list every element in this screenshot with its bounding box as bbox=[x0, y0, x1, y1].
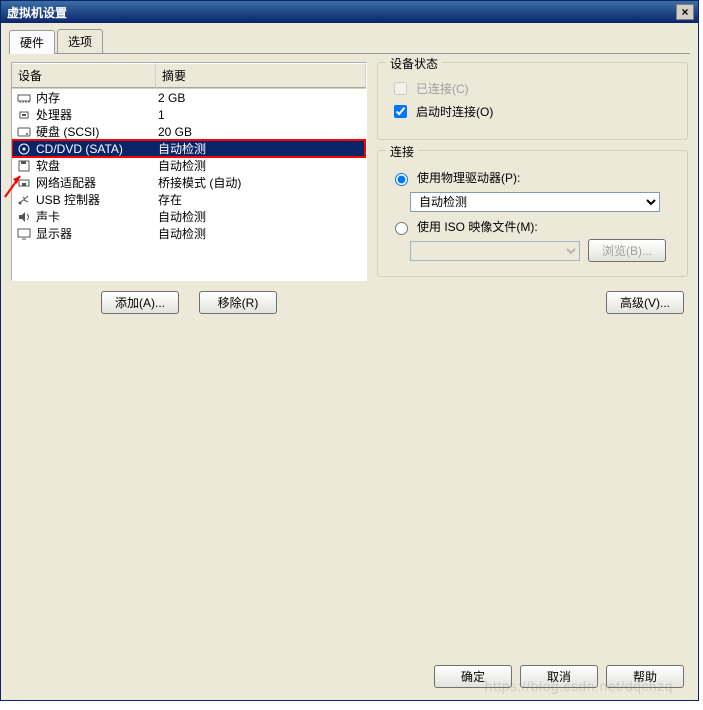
use-iso-row: 使用 ISO 映像文件(M): bbox=[390, 218, 675, 235]
device-name: 显示器 bbox=[36, 225, 158, 242]
device-name: 网络适配器 bbox=[36, 174, 158, 191]
device-name: 处理器 bbox=[36, 106, 158, 123]
use-iso-label[interactable]: 使用 ISO 映像文件(M): bbox=[417, 218, 538, 235]
device-row[interactable]: 软盘自动检测 bbox=[12, 157, 366, 174]
device-row[interactable]: 处理器1 bbox=[12, 106, 366, 123]
display-icon bbox=[16, 227, 32, 241]
physical-drive-select[interactable]: 自动检测 bbox=[410, 192, 660, 212]
device-summary: 桥接模式 (自动) bbox=[158, 174, 364, 191]
connected-row: 已连接(C) bbox=[390, 79, 675, 98]
tab-hardware[interactable]: 硬件 bbox=[9, 30, 55, 54]
device-summary: 20 GB bbox=[158, 125, 364, 139]
device-row[interactable]: 网络适配器桥接模式 (自动) bbox=[12, 174, 366, 191]
device-name: 软盘 bbox=[36, 157, 158, 174]
device-row[interactable]: 声卡自动检测 bbox=[12, 208, 366, 225]
device-name: 内存 bbox=[36, 89, 158, 106]
device-summary: 自动检测 bbox=[158, 225, 364, 242]
device-row[interactable]: 内存2 GB bbox=[12, 89, 366, 106]
device-name: 硬盘 (SCSI) bbox=[36, 123, 158, 140]
connected-label: 已连接(C) bbox=[416, 80, 469, 97]
device-table: 设备 摘要 内存2 GB处理器1硬盘 (SCSI)20 GBCD/DVD (SA… bbox=[11, 62, 367, 281]
device-row[interactable]: CD/DVD (SATA)自动检测 bbox=[12, 140, 366, 157]
browse-button: 浏览(B)... bbox=[588, 239, 666, 262]
connection-group: 连接 使用物理驱动器(P): 自动检测 使用 ISO 映像文件(M): 浏览(B… bbox=[377, 150, 688, 277]
hdd-icon bbox=[16, 125, 32, 139]
device-row[interactable]: 硬盘 (SCSI)20 GB bbox=[12, 123, 366, 140]
device-summary: 自动检测 bbox=[158, 140, 364, 157]
device-status-group: 设备状态 已连接(C) 启动时连接(O) bbox=[377, 62, 688, 140]
device-summary: 2 GB bbox=[158, 91, 364, 105]
device-summary: 1 bbox=[158, 108, 364, 122]
device-name: 声卡 bbox=[36, 208, 158, 225]
use-physical-row: 使用物理驱动器(P): bbox=[390, 169, 675, 186]
device-name: CD/DVD (SATA) bbox=[36, 142, 158, 156]
device-status-title: 设备状态 bbox=[386, 55, 442, 72]
tab-options[interactable]: 选项 bbox=[57, 29, 103, 53]
cancel-button[interactable]: 取消 bbox=[520, 665, 598, 688]
advanced-row: 高级(V)... bbox=[377, 287, 688, 314]
help-button[interactable]: 帮助 bbox=[606, 665, 684, 688]
cd-icon bbox=[16, 142, 32, 156]
device-panel: 设备 摘要 内存2 GB处理器1硬盘 (SCSI)20 GBCD/DVD (SA… bbox=[11, 62, 367, 314]
cpu-icon bbox=[16, 108, 32, 122]
add-button[interactable]: 添加(A)... bbox=[101, 291, 179, 314]
title-bar: 虚拟机设置 × bbox=[1, 1, 698, 23]
iso-path-select bbox=[410, 241, 580, 261]
table-body: 内存2 GB处理器1硬盘 (SCSI)20 GBCD/DVD (SATA)自动检… bbox=[12, 89, 366, 242]
advanced-button[interactable]: 高级(V)... bbox=[606, 291, 684, 314]
settings-panel: 设备状态 已连接(C) 启动时连接(O) 连接 使用物理驱动器(P): 自动检测 bbox=[377, 62, 688, 314]
remove-button[interactable]: 移除(R) bbox=[199, 291, 277, 314]
connected-checkbox bbox=[394, 82, 407, 95]
use-physical-radio[interactable] bbox=[395, 173, 408, 186]
connect-at-power-checkbox[interactable] bbox=[394, 105, 407, 118]
tabs-bar: 硬件 选项 bbox=[1, 23, 698, 54]
device-summary: 存在 bbox=[158, 191, 364, 208]
close-button[interactable]: × bbox=[676, 4, 694, 20]
device-row[interactable]: USB 控制器存在 bbox=[12, 191, 366, 208]
dialog-footer: 确定 取消 帮助 bbox=[434, 665, 684, 688]
col-device[interactable]: 设备 bbox=[12, 63, 156, 88]
iso-file-row: 浏览(B)... bbox=[410, 239, 675, 262]
device-summary: 自动检测 bbox=[158, 157, 364, 174]
device-summary: 自动检测 bbox=[158, 208, 364, 225]
device-buttons: 添加(A)... 移除(R) bbox=[11, 281, 367, 314]
nic-icon bbox=[16, 176, 32, 190]
sound-icon bbox=[16, 210, 32, 224]
connect-at-power-label[interactable]: 启动时连接(O) bbox=[416, 103, 493, 120]
connection-title: 连接 bbox=[386, 143, 418, 160]
usb-icon bbox=[16, 193, 32, 207]
memory-icon bbox=[16, 91, 32, 105]
client-area: 设备 摘要 内存2 GB处理器1硬盘 (SCSI)20 GBCD/DVD (SA… bbox=[1, 54, 698, 324]
window-title: 虚拟机设置 bbox=[5, 4, 676, 21]
use-iso-radio[interactable] bbox=[395, 222, 408, 235]
table-header: 设备 摘要 bbox=[12, 63, 366, 89]
use-physical-label[interactable]: 使用物理驱动器(P): bbox=[417, 169, 520, 186]
col-summary[interactable]: 摘要 bbox=[156, 63, 366, 88]
floppy-icon bbox=[16, 159, 32, 173]
device-name: USB 控制器 bbox=[36, 191, 158, 208]
ok-button[interactable]: 确定 bbox=[434, 665, 512, 688]
connect-at-power-row: 启动时连接(O) bbox=[390, 102, 675, 121]
device-row[interactable]: 显示器自动检测 bbox=[12, 225, 366, 242]
